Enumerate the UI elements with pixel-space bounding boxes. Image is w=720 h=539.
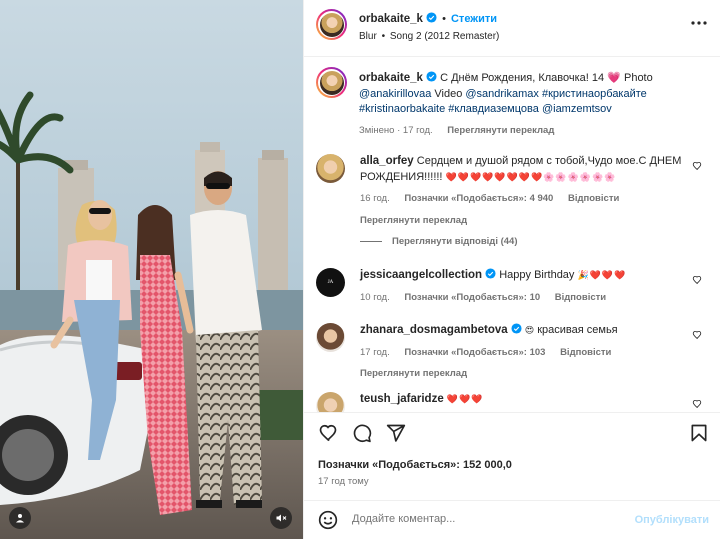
caption-hashtag-3[interactable]: #клавдиаземцова — [448, 103, 539, 115]
audio-artist: Blur — [359, 31, 377, 42]
comment-emojis: 🎉❤️❤️❤️ — [577, 270, 627, 280]
follow-button[interactable]: Стежити — [451, 13, 497, 25]
separator-dot: • — [442, 13, 446, 25]
comment-body: zhanara_dosmagambetova 😍 красивая семья … — [360, 323, 690, 382]
verified-badge-icon — [485, 268, 496, 279]
tag-user-button[interactable] — [9, 507, 31, 529]
caption-meta: Змінено · 17 год. Переглянути переклад — [359, 124, 555, 136]
verified-badge-icon — [426, 71, 437, 82]
view-replies-label: Переглянути відповіді (44) — [392, 236, 518, 247]
caption-video-label: Video — [434, 87, 463, 100]
comment-like-icon[interactable] — [692, 330, 702, 340]
author-username[interactable]: orbakaite_k — [359, 13, 423, 25]
bookmark-icon[interactable] — [689, 423, 709, 443]
audio-info[interactable]: Blur • Song 2 (2012 Remaster) — [359, 31, 499, 42]
post-time[interactable]: 17 год тому — [318, 476, 369, 487]
comment-composer: Опублікувати — [304, 500, 720, 539]
comment-emojis: ❤️❤️❤️❤️❤️❤️❤️❤️🌸🌸🌸🌸🌸🌸 — [445, 171, 617, 182]
post-dialog: orbakaite_k • Стежити Blur • Song 2 (201… — [0, 0, 720, 539]
caption-hashtag-2[interactable]: #kristinaorbakaite — [359, 103, 445, 115]
comment-avatar[interactable] — [316, 392, 345, 412]
author-avatar[interactable] — [316, 9, 347, 40]
comment-translate[interactable]: Переглянути переклад — [360, 213, 690, 229]
caption-edited: Змінено — [359, 124, 395, 136]
comment-username[interactable]: alla_orfey — [360, 155, 414, 167]
comment-reply-button[interactable]: Відповісти — [568, 193, 619, 204]
caption-heart: 💗 — [607, 72, 621, 84]
avatar-logo: JA — [327, 280, 334, 285]
caption-video-mention[interactable]: @sandrikamax — [465, 88, 539, 100]
replies-line — [360, 241, 382, 242]
comment-reply-button[interactable]: Відповісти — [555, 292, 606, 303]
comment-username[interactable]: zhanara_dosmagambetova — [360, 324, 508, 336]
post-header: orbakaite_k • Стежити Blur • Song 2 (201… — [304, 0, 720, 57]
more-options-icon[interactable] — [691, 20, 707, 26]
caption-hashtag-1[interactable]: #кристинаорбакайте — [542, 88, 647, 100]
audio-separator: • — [381, 31, 386, 42]
comment-time: 17 год. — [360, 346, 390, 358]
post-comment-button[interactable]: Опублікувати — [635, 514, 709, 526]
comment-meta: 16 год. Позначки «Подобається»: 4 940 Ві… — [360, 191, 690, 207]
comment-time: 16 год. — [360, 193, 390, 204]
comment-icon[interactable] — [352, 423, 372, 443]
audio-track: Song 2 (2012 Remaster) — [389, 31, 500, 42]
verified-badge-icon — [426, 12, 437, 23]
comment-avatar[interactable] — [316, 323, 345, 352]
comment-avatar[interactable] — [316, 154, 345, 183]
comment-time: 10 год. — [360, 291, 390, 303]
comment-body: teush_jafaridze ❤️❤️❤️ — [360, 392, 690, 408]
comment-like-icon[interactable] — [692, 161, 702, 171]
comment-avatar[interactable]: JA — [316, 268, 345, 297]
comment-like-icon[interactable] — [692, 275, 702, 285]
comment-body: jessicaangelcollection Happy Birthday 🎉❤… — [360, 268, 690, 305]
emoji-icon[interactable] — [318, 510, 338, 530]
share-icon[interactable] — [386, 423, 406, 443]
post-media[interactable] — [0, 0, 303, 539]
comment-reply-button[interactable]: Відповісти — [560, 347, 611, 358]
caption-text: orbakaite_k С Днём Рождения, Клавочка! 1… — [359, 71, 699, 138]
comment-username[interactable]: jessicaangelcollection — [360, 269, 482, 281]
comment-likes[interactable]: Позначки «Подобається»: 4 940 — [404, 193, 553, 204]
action-bar: Позначки «Подобається»: 152 000,0 17 год… — [304, 412, 720, 497]
comment-emoji-pre: 😍 — [524, 325, 535, 335]
caption-author[interactable]: orbakaite_k — [359, 72, 423, 84]
comment-likes[interactable]: Позначки «Подобається»: 103 — [404, 347, 545, 358]
mute-button[interactable] — [270, 507, 292, 529]
caption-mention-3[interactable]: @iamzemtsov — [542, 103, 612, 115]
heart-icon[interactable] — [318, 423, 338, 443]
comment-input[interactable] — [352, 513, 612, 525]
comment-text: Happy Birthday — [499, 269, 575, 281]
comment-translate[interactable]: Переглянути переклад — [360, 366, 690, 382]
post-photo — [0, 0, 303, 539]
caption-photo-label: Photo — [623, 72, 653, 84]
caption-photo-mention[interactable]: @anakirillovaa — [359, 88, 431, 100]
comment-body: alla_orfey Сердцем и душой рядом с тобой… — [360, 154, 690, 228]
caption-translate[interactable]: Переглянути переклад — [447, 125, 554, 136]
mute-icon — [276, 514, 287, 522]
caption-body: С Днём Рождения, Клавочка! 14 — [440, 72, 605, 84]
verified-badge-icon — [511, 323, 522, 334]
caption-time: 17 год. — [402, 124, 433, 136]
comment-emojis: ❤️❤️❤️ — [446, 394, 484, 404]
comment-username[interactable]: teush_jafaridze — [360, 393, 444, 405]
caption-avatar[interactable] — [316, 67, 347, 98]
post-panel: orbakaite_k • Стежити Blur • Song 2 (201… — [303, 0, 720, 539]
comment-meta: 17 год. Позначки «Подобається»: 103 Відп… — [360, 345, 690, 361]
comments-scroll[interactable]: orbakaite_k С Днём Рождения, Клавочка! 1… — [304, 58, 720, 412]
comment-meta: 10 год. Позначки «Подобається»: 10 Відпо… — [360, 290, 690, 306]
comment-text: красивая семья — [537, 324, 618, 336]
tag-user-icon — [16, 514, 24, 523]
comment-like-icon[interactable] — [692, 399, 702, 409]
view-replies-button[interactable]: Переглянути відповіді (44) — [360, 236, 518, 247]
likes-count[interactable]: Позначки «Подобається»: 152 000,0 — [318, 459, 512, 471]
comment-likes[interactable]: Позначки «Подобається»: 10 — [404, 292, 540, 303]
